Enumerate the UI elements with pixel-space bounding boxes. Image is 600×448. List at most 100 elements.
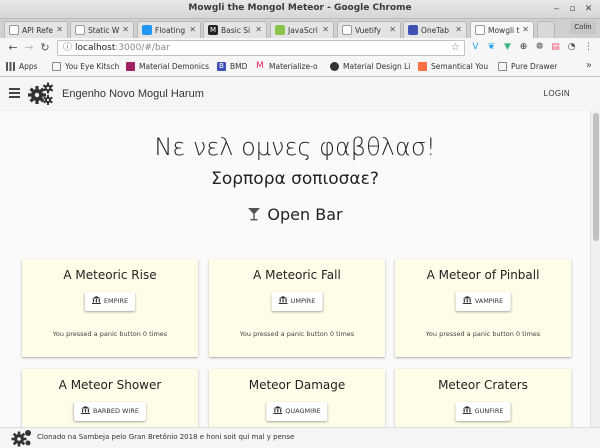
tab-close-icon[interactable]: ✕ <box>455 25 462 34</box>
cocktail-glass-icon <box>248 208 261 221</box>
window-titlebar: Mowgli the Mongol Meteor - Google Chrome… <box>0 0 600 19</box>
semantical-icon <box>418 62 427 71</box>
menu-dots-icon[interactable]: ⋮ <box>583 42 594 53</box>
m-logo-icon: M <box>208 25 218 35</box>
tab-label: Floating <box>155 26 186 35</box>
vuetify-extension-icon[interactable]: V <box>470 42 481 53</box>
card-action-button[interactable]: EMPIRE <box>84 292 136 311</box>
bookmark-label: Pure Drawer <box>511 62 558 71</box>
forward-icon[interactable]: → <box>22 41 36 55</box>
hamburger-menu-icon[interactable] <box>9 88 20 98</box>
bookmark-label: You Eye Kitsch <box>65 62 120 71</box>
page-scrollbar[interactable] <box>590 111 600 427</box>
new-tab-button[interactable] <box>537 21 555 38</box>
card: A Meteoric Fall UMPIRE You pressed a pan… <box>209 259 385 357</box>
card-title: Meteor Damage <box>248 378 346 392</box>
tab-label: Static W <box>88 26 120 35</box>
bookmark-item[interactable]: M Materialize-o <box>256 62 318 72</box>
tab-label: JavaScri <box>288 26 318 35</box>
tab-close-icon[interactable]: ✕ <box>189 25 196 34</box>
tab-close-icon[interactable]: ✕ <box>255 25 262 34</box>
bookmark-item[interactable]: Pure Drawer <box>498 62 557 71</box>
card-title: A Meteoric Fall <box>253 268 341 282</box>
bookmark-item[interactable]: Material Design Li <box>330 62 410 71</box>
reload-icon[interactable]: ↻ <box>38 41 52 55</box>
browser-tab[interactable]: OneTab ✕ <box>403 21 467 38</box>
address-bar[interactable]: ⓘ localhost:3000/#/bar ☆ <box>57 40 465 56</box>
card-title: Meteor Craters <box>438 378 528 392</box>
material-demonics-icon <box>126 62 135 71</box>
bookmark-star-icon[interactable]: ☆ <box>451 41 460 55</box>
document-icon <box>75 25 85 35</box>
browser-tab[interactable]: JavaScri ✕ <box>270 21 334 38</box>
tab-close-icon[interactable]: ✕ <box>389 25 396 34</box>
browser-tab[interactable]: Vuetify ✕ <box>337 21 401 38</box>
tab-close-icon[interactable]: ✕ <box>522 25 529 34</box>
extension-icon[interactable]: ❁ <box>534 42 545 53</box>
material-design-icon <box>330 62 339 71</box>
bookmarks-overflow-icon[interactable]: » <box>586 60 592 71</box>
card-action-button[interactable]: VAMPIRE <box>455 292 511 311</box>
tab-close-icon[interactable]: ✕ <box>322 25 329 34</box>
minimize-icon[interactable]: ‒ <box>551 4 562 15</box>
extension-icon[interactable]: ◔ <box>566 42 577 53</box>
section-title: Open Bar <box>267 205 343 224</box>
card-button-label: GUNFIRE <box>474 407 504 415</box>
bookmarks-bar: Apps You Eye Kitsch Material Demonics B … <box>0 58 600 77</box>
bank-icon <box>80 406 90 414</box>
tab-strip: API Refe ✕ Static W ✕ Floating ✕ M Basic… <box>0 19 600 38</box>
back-icon[interactable]: ← <box>6 41 20 55</box>
card-button-label: EMPIRE <box>103 297 129 305</box>
bookmark-apps[interactable]: Apps <box>6 62 38 71</box>
app-title: Engenho Novo Mogul Harum <box>62 88 204 100</box>
page-headline: Νε νελ ομνες φαβθλασ! <box>154 133 436 161</box>
profile-button[interactable]: Colin <box>570 21 596 34</box>
card-button-label: BARBED WIRE <box>92 407 140 415</box>
close-window-icon[interactable]: ✕ <box>583 4 594 15</box>
page-subheading: Σορπορα σοπιοσαε? <box>211 169 379 189</box>
bank-icon <box>273 406 283 414</box>
login-button[interactable]: LOGIN <box>544 89 570 98</box>
scrollbar-thumb[interactable] <box>593 113 599 241</box>
browser-tab[interactable]: Static W ✕ <box>70 21 134 38</box>
browser-tab[interactable]: Floating ✕ <box>137 21 201 38</box>
folder-icon <box>498 62 507 71</box>
card-action-button[interactable]: UMPIRE <box>271 292 323 311</box>
bookmark-label: BMD <box>230 62 248 71</box>
tab-label: OneTab <box>421 26 449 35</box>
card-action-button[interactable]: BARBED WIRE <box>73 402 147 421</box>
b-logo-icon: B <box>217 62 226 71</box>
tab-close-icon[interactable]: ✕ <box>122 25 129 34</box>
bookmark-label: Material Design Li <box>343 62 411 71</box>
bookmark-label: Materialize-o <box>269 62 318 71</box>
onetab-icon <box>408 25 418 35</box>
card: Meteor Damage QUAGMIRE <box>209 369 385 427</box>
bookmark-item[interactable]: B BMD <box>217 62 247 71</box>
bookmark-item[interactable]: Semantical You <box>418 62 488 71</box>
document-icon <box>9 25 19 35</box>
card-title: A Meteoric Rise <box>63 268 157 282</box>
browser-tab[interactable]: M Basic Si ✕ <box>203 21 267 38</box>
info-icon[interactable]: ⓘ <box>63 41 72 55</box>
url-host: localhost <box>75 43 116 53</box>
extension-icon[interactable]: ⊕ <box>518 42 529 53</box>
folder-icon <box>52 62 61 71</box>
browser-tab[interactable]: API Refe ✕ <box>4 21 68 38</box>
card-action-button[interactable]: GUNFIRE <box>455 402 511 421</box>
vue-devtools-icon[interactable]: ▼ <box>502 42 513 53</box>
main-content: Νε νελ ομνες φαβθλασ! Σορπορα σοπιοσαε? … <box>0 111 590 427</box>
card: A Meteor of Pinball VAMPIRE You pressed … <box>395 259 571 357</box>
tab-close-icon[interactable]: ✕ <box>56 25 63 34</box>
panic-counter: You pressed a panic button 0 times <box>52 330 168 338</box>
browser-tab-active[interactable]: Mowgli t ✕ <box>470 21 534 38</box>
twitter-icon[interactable]: ❦ <box>486 42 497 53</box>
bookmark-item[interactable]: You Eye Kitsch <box>52 62 119 71</box>
section-heading: Open Bar <box>0 205 590 224</box>
maximize-icon[interactable]: ▫ <box>567 4 578 15</box>
apps-grid-icon <box>6 62 15 71</box>
bookmark-item[interactable]: Material Demonics <box>126 62 209 71</box>
card-action-button[interactable]: QUAGMIRE <box>266 402 328 421</box>
card-title: A Meteor of Pinball <box>426 268 540 282</box>
extension-icon[interactable]: ▤ <box>550 42 561 53</box>
tab-label: API Refe <box>22 26 53 35</box>
